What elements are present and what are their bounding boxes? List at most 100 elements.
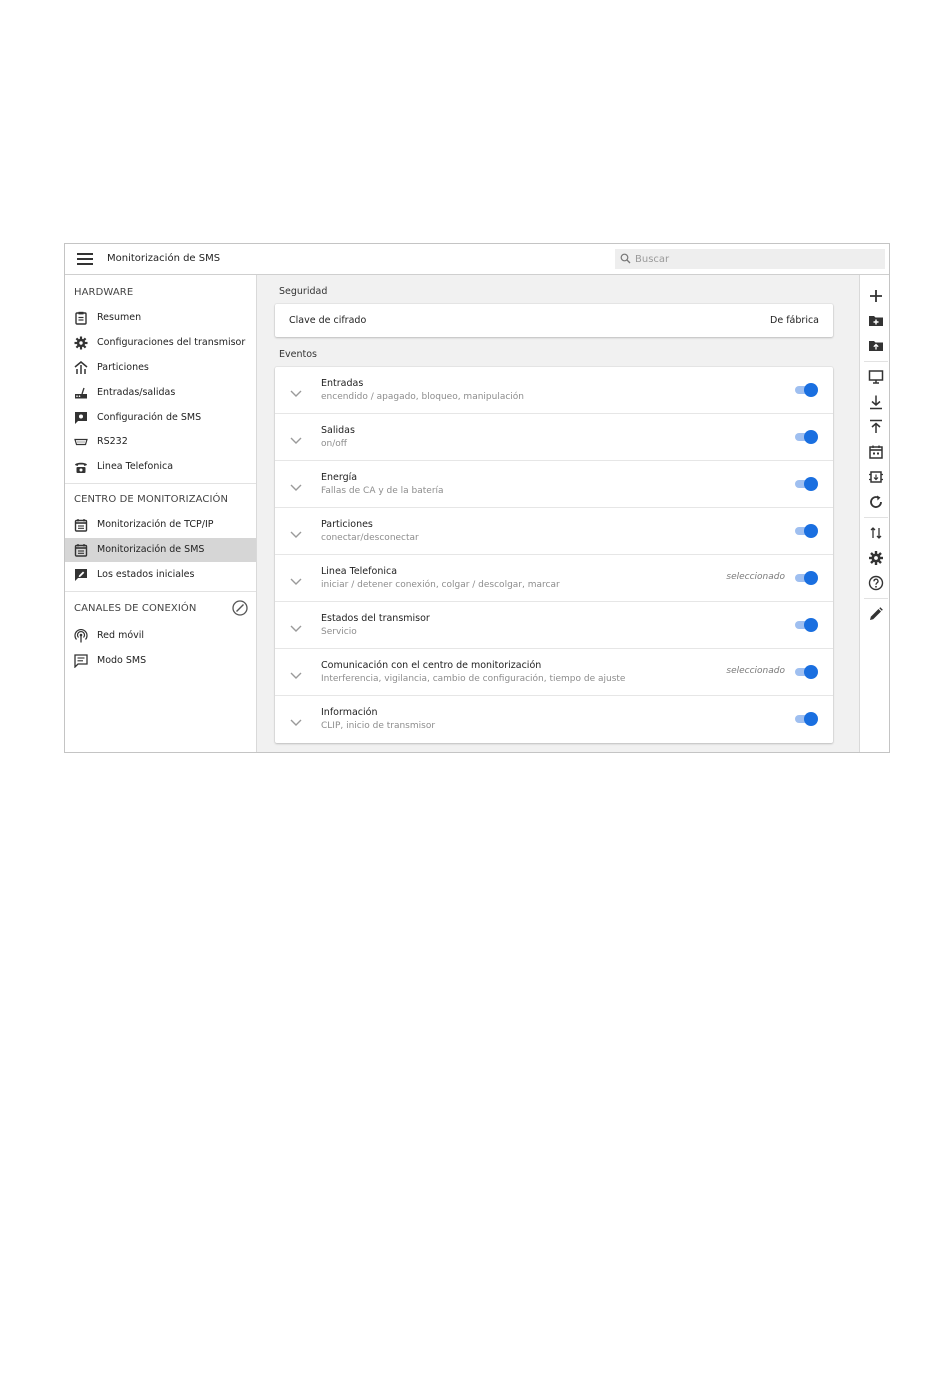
event-subtitle: Fallas de CA y de la batería xyxy=(321,486,444,496)
sidebar-item-particiones[interactable]: Particiones xyxy=(65,356,256,380)
section-divider xyxy=(65,483,256,484)
antenna-icon xyxy=(74,629,88,643)
sidebar-item-resumen[interactable]: Resumen xyxy=(65,306,256,330)
event-subtitle: CLIP, inicio de transmisor xyxy=(321,721,436,731)
top-bar: Monitorización de SMS xyxy=(65,244,889,275)
event-toggle[interactable] xyxy=(793,617,819,633)
sidebar-item-estados-iniciales[interactable]: Los estados iniciales xyxy=(65,563,256,587)
security-title: Seguridad xyxy=(279,286,328,297)
sidebar-item-monitorizacion-tcpip[interactable]: Monitorización de TCP/IP xyxy=(65,513,256,537)
sidebar-item-red-movil[interactable]: Red móvil xyxy=(65,624,256,648)
calendar-icon[interactable] xyxy=(868,444,884,460)
event-row[interactable]: Linea Telefonica iniciar / detener conexi… xyxy=(275,555,833,602)
encryption-key-label: Clave de cifrado xyxy=(289,315,367,326)
sidebar-item-entradas-salidas[interactable]: Entradas/salidas xyxy=(65,381,256,405)
main-content: Seguridad Clave de cifrado De fábrica Ev… xyxy=(257,275,859,752)
sidebar-item-label: RS232 xyxy=(97,436,128,447)
sidebar-item-label: Modo SMS xyxy=(97,655,147,666)
event-subtitle: encendido / apagado, bloqueo, manipulaci… xyxy=(321,392,525,402)
sidebar-item-label: Particiones xyxy=(97,362,149,373)
toggle-knob xyxy=(804,571,818,585)
folder-upload-icon[interactable] xyxy=(868,338,884,354)
sidebar-item-linea-telefonica[interactable]: Linea Telefonica xyxy=(65,455,256,479)
toolbar-divider xyxy=(864,598,888,599)
event-toggle[interactable] xyxy=(793,382,819,398)
event-toggle[interactable] xyxy=(793,429,819,445)
sidebar-item-label: Los estados iniciales xyxy=(97,569,195,580)
event-row[interactable]: Comunicación con el centro de monitoriza… xyxy=(275,649,833,696)
event-row[interactable]: Energía Fallas de CA y de la batería xyxy=(275,461,833,508)
toggle-knob xyxy=(804,477,818,491)
help-icon[interactable] xyxy=(868,575,884,591)
chevron-down-icon[interactable] xyxy=(290,477,302,496)
gear-icon[interactable] xyxy=(868,550,884,566)
clipboard-icon xyxy=(75,311,87,325)
chevron-down-icon[interactable] xyxy=(290,571,302,590)
telephone-icon xyxy=(75,462,87,473)
event-selected-label: seleccionado xyxy=(726,666,785,676)
event-subtitle: on/off xyxy=(321,439,347,449)
event-row[interactable]: Entradas encendido / apagado, bloqueo, ma… xyxy=(275,367,833,414)
sidebar-item-configuraciones-transmisor[interactable]: Configuraciones del transmisor xyxy=(65,331,256,355)
pencil-icon[interactable] xyxy=(868,606,884,622)
event-row[interactable]: Salidas on/off xyxy=(275,414,833,461)
folder-add-icon[interactable] xyxy=(868,313,884,329)
toggle-knob xyxy=(804,430,818,444)
sidebar-item-rs232[interactable]: RS232 xyxy=(65,430,256,454)
gear-icon xyxy=(74,336,88,350)
toggle-knob xyxy=(804,618,818,632)
compass-icon[interactable] xyxy=(232,600,248,616)
chip-icon[interactable] xyxy=(868,469,884,485)
add-icon[interactable] xyxy=(868,288,884,304)
event-toggle[interactable] xyxy=(793,523,819,539)
event-title: Particiones xyxy=(321,519,373,530)
sort-arrows-icon[interactable] xyxy=(868,525,884,541)
sidebar-item-label: Monitorización de TCP/IP xyxy=(97,519,214,530)
download-icon[interactable] xyxy=(868,394,884,410)
event-subtitle: conectar/desconectar xyxy=(321,533,419,543)
chevron-down-icon[interactable] xyxy=(290,383,302,402)
sidebar-item-configuracion-sms[interactable]: Configuración de SMS xyxy=(65,406,256,430)
chevron-down-icon[interactable] xyxy=(290,665,302,684)
message-icon xyxy=(74,654,88,668)
upload-icon[interactable] xyxy=(868,419,884,435)
sidebar-item-label: Resumen xyxy=(97,312,142,323)
sidebar-item-label: Red móvil xyxy=(97,630,145,641)
chevron-down-icon[interactable] xyxy=(290,524,302,543)
event-title: Linea Telefonica xyxy=(321,566,398,577)
event-toggle[interactable] xyxy=(793,664,819,680)
toggle-knob xyxy=(804,665,818,679)
event-row[interactable]: Estados del transmisor Servicio xyxy=(275,602,833,649)
event-row[interactable]: Particiones conectar/desconectar xyxy=(275,508,833,555)
sidebar-item-modo-sms[interactable]: Modo SMS xyxy=(65,649,256,673)
sidebar: HARDWARE Resumen Configuraciones del tra… xyxy=(65,275,257,752)
chevron-down-icon[interactable] xyxy=(290,712,302,731)
event-title: Salidas xyxy=(321,425,355,436)
menu-icon[interactable] xyxy=(77,253,93,265)
refresh-icon[interactable] xyxy=(868,494,884,510)
event-toggle[interactable] xyxy=(793,570,819,586)
encryption-key-value[interactable]: De fábrica xyxy=(770,315,819,326)
monitor-icon[interactable] xyxy=(868,369,884,385)
event-title: Estados del transmisor xyxy=(321,613,430,624)
right-toolbar xyxy=(859,275,889,752)
search-input[interactable] xyxy=(635,251,875,267)
event-title: Comunicación con el centro de monitoriza… xyxy=(321,660,542,671)
page-title: Monitorización de SMS xyxy=(107,253,221,264)
serial-port-icon xyxy=(74,438,88,446)
search-icon xyxy=(620,253,631,264)
sidebar-item-label: Linea Telefonica xyxy=(97,461,174,472)
calendar-list-icon xyxy=(74,519,88,532)
event-toggle[interactable] xyxy=(793,476,819,492)
toolbar-divider xyxy=(864,517,888,518)
toggle-knob xyxy=(804,383,818,397)
search-box[interactable] xyxy=(615,249,885,269)
chevron-down-icon[interactable] xyxy=(290,430,302,449)
events-card: Entradas encendido / apagado, bloqueo, ma… xyxy=(275,367,833,743)
event-toggle[interactable] xyxy=(793,711,819,727)
event-subtitle: Interferencia, vigilancia, cambio de con… xyxy=(321,674,626,684)
sidebar-item-monitorizacion-sms[interactable]: Monitorización de SMS xyxy=(65,538,256,562)
event-row[interactable]: Información CLIP, inicio de transmisor xyxy=(275,696,833,743)
chevron-down-icon[interactable] xyxy=(290,618,302,637)
section-divider xyxy=(65,591,256,592)
